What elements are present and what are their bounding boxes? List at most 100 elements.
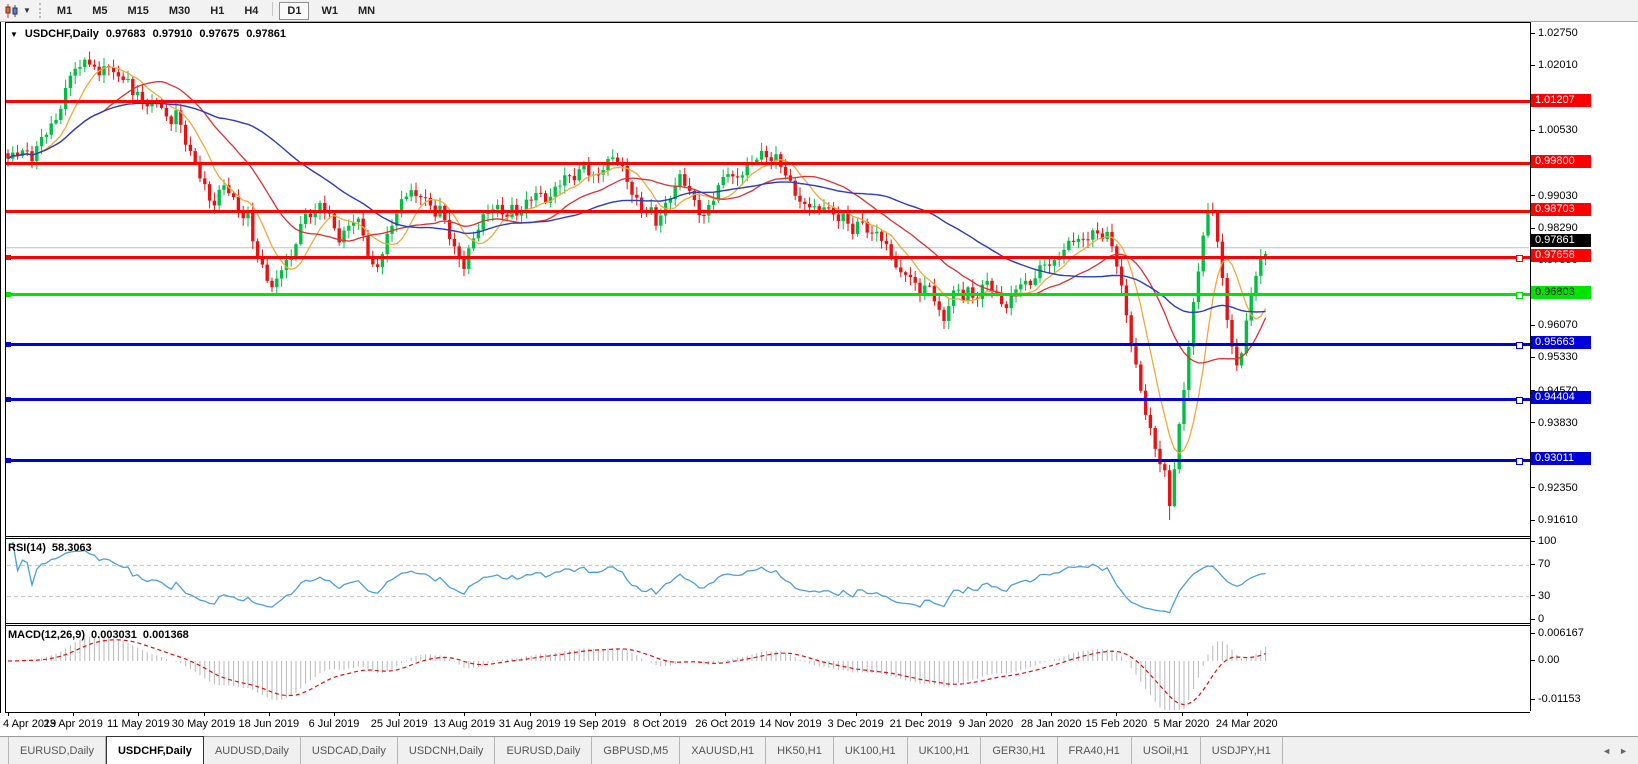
main-chart-pane[interactable]: ▼ USDCHF,Daily 0.97683 0.97910 0.97675 0… [0, 22, 1530, 537]
rsi-pane[interactable]: RSI(14) 58.3063 [0, 538, 1530, 624]
price-tick-0.93830: 0.93830 [1531, 417, 1578, 430]
date-label-10: 8 Oct 2019 [633, 718, 687, 730]
chart-tab-ger30-h1[interactable]: GER30,H1 [981, 737, 1057, 764]
price-tick-1.00530: 1.00530 [1531, 124, 1578, 137]
tab-scroll-arrows: ◄ ► [1602, 737, 1638, 764]
date-tick [1247, 713, 1248, 716]
date-label-8: 31 Aug 2019 [499, 718, 561, 730]
level-handle-left-0.94404[interactable] [6, 397, 11, 402]
level-line-0.94404[interactable] [0, 398, 1530, 401]
timeframe-button-h1[interactable]: H1 [202, 2, 232, 20]
chart-type-button[interactable]: ▼ [0, 4, 35, 18]
timeframe-button-m5[interactable]: M5 [84, 2, 115, 20]
date-axis[interactable]: 4 Apr 201923 Apr 201911 May 201930 May 2… [0, 713, 1638, 735]
level-handle-left-0.96803[interactable] [6, 292, 11, 297]
chart-tab-audusd-daily[interactable]: AUDUSD,Daily [204, 737, 301, 764]
mt4-window: ▼ M1M5M15 M30H1H4 D1W1MN ▼ USDCHF,Daily 0.… [0, 0, 1638, 764]
date-label-4: 18 Jun 2019 [239, 718, 300, 730]
date-tick [334, 713, 335, 716]
timeframe-toolbar: ▼ M1M5M15 M30H1H4 D1W1MN [0, 0, 1638, 22]
price-axis[interactable]: 1.027501.020101.005300.990300.982900.975… [1530, 22, 1638, 711]
macd-chart[interactable] [0, 626, 1529, 712]
date-label-7: 13 Aug 2019 [433, 718, 495, 730]
date-tick [1051, 713, 1052, 716]
date-tick [204, 713, 205, 716]
level-handle-left-0.97658[interactable] [6, 255, 11, 260]
rsi-tick-0: 0 [1531, 613, 1544, 626]
level-line-0.95663[interactable] [0, 343, 1530, 346]
date-tick [530, 713, 531, 716]
date-label-5: 6 Jul 2019 [309, 718, 360, 730]
date-tick [1182, 713, 1183, 716]
date-label-17: 15 Feb 2020 [1086, 718, 1148, 730]
level-handle-left-0.93011[interactable] [6, 458, 11, 463]
rsi-chart[interactable] [0, 539, 1529, 623]
tab-scroll-right-icon[interactable]: ► [1619, 746, 1628, 756]
macd-label: MACD(12,26,9) 0.003031 0.001368 [8, 629, 189, 641]
chart-tab-uk100-h1[interactable]: UK100,H1 [908, 737, 982, 764]
level-line-0.98703[interactable] [0, 210, 1530, 213]
timeframe-button-mn[interactable]: MN [350, 2, 383, 20]
chart-tab-usoil-h1[interactable]: USOil,H1 [1132, 737, 1201, 764]
price-badge-0.97658: 0.97658 [1531, 249, 1591, 262]
timeframe-button-m15[interactable]: M15 [119, 2, 156, 20]
chart-tab-eurusd-daily[interactable]: EURUSD,Daily [8, 737, 106, 764]
date-tick [1116, 713, 1117, 716]
timeframe-button-d1[interactable]: D1 [279, 2, 309, 20]
date-label-3: 30 May 2019 [172, 718, 236, 730]
chart-tab-usdchf-daily[interactable]: USDCHF,Daily [106, 736, 204, 764]
date-tick [399, 713, 400, 716]
chart-tab-fra40-h1[interactable]: FRA40,H1 [1058, 737, 1132, 764]
date-label-14: 21 Dec 2019 [890, 718, 952, 730]
date-label-1: 23 Apr 2019 [44, 718, 103, 730]
timeframe-button-m30[interactable]: M30 [161, 2, 198, 20]
timeframe-button-w1[interactable]: W1 [313, 2, 346, 20]
level-handle-right-0.93011[interactable] [1516, 458, 1523, 465]
timeframe-button-h4[interactable]: H4 [236, 2, 266, 20]
level-handle-right-0.97658[interactable] [1516, 255, 1523, 262]
level-line-0.99800[interactable] [0, 162, 1530, 165]
macd-name: MACD(12,26,9) [8, 629, 85, 641]
rsi-tick-100: 100 [1531, 535, 1556, 548]
price-tick-0.91610: 0.91610 [1531, 514, 1578, 527]
chart-tab-usdjpy-h1[interactable]: USDJPY,H1 [1201, 737, 1283, 764]
chart-tab-xauusd-h1[interactable]: XAUUSD,H1 [680, 737, 766, 764]
price-badge-0.99800: 0.99800 [1531, 155, 1591, 168]
toolbar-separator [272, 2, 273, 16]
date-tick [595, 713, 596, 716]
tab-scroll-left-icon[interactable]: ◄ [1602, 746, 1611, 756]
chart-tab-usdcnh-daily[interactable]: USDCNH,Daily [398, 737, 496, 764]
macd-value-signal: 0.001368 [143, 629, 189, 641]
chart-tab-uk100-h1[interactable]: UK100,H1 [834, 737, 908, 764]
level-handle-left-0.95663[interactable] [6, 342, 11, 347]
level-line-0.93011[interactable] [0, 459, 1530, 462]
timeframe-button-m1[interactable]: M1 [49, 2, 80, 20]
level-handle-right-0.95663[interactable] [1516, 342, 1523, 349]
chart-tab-bar: EURUSD,DailyUSDCHF,DailyAUDUSD,DailyUSDC… [0, 736, 1638, 764]
macd-pane[interactable]: MACD(12,26,9) 0.003031 0.001368 [0, 625, 1530, 713]
chart-tab-hk50-h1[interactable]: HK50,H1 [766, 737, 834, 764]
candles [6, 52, 1267, 521]
date-tick [464, 713, 465, 716]
price-badge-0.95663: 0.95663 [1531, 336, 1591, 349]
level-line-0.96803[interactable] [0, 293, 1530, 296]
level-handle-right-0.94404[interactable] [1516, 397, 1523, 404]
date-tick [73, 713, 74, 716]
date-label-18: 5 Mar 2020 [1154, 718, 1210, 730]
chart-tab-eurusd-daily[interactable]: EURUSD,Daily [495, 737, 592, 764]
level-handle-right-0.96803[interactable] [1516, 292, 1523, 299]
level-line-0.97658[interactable] [0, 256, 1530, 259]
price-tick-0.95330: 0.95330 [1531, 351, 1578, 364]
macd-tick-0.00: 0.00 [1531, 654, 1559, 667]
rsi-name: RSI(14) [8, 542, 46, 554]
level-line-1.01207[interactable] [0, 100, 1530, 103]
date-label-15: 9 Jan 2020 [959, 718, 1013, 730]
date-tick [856, 713, 857, 716]
symbol-label: USDCHF,Daily [25, 28, 99, 40]
date-label-13: 3 Dec 2019 [827, 718, 883, 730]
chart-tab-gbpusd-m5[interactable]: GBPUSD,M5 [592, 737, 680, 764]
price-tick-0.96070: 0.96070 [1531, 319, 1578, 332]
chart-type-caret-icon: ▼ [23, 6, 31, 15]
rsi-value: 58.3063 [52, 542, 92, 554]
chart-tab-usdcad-daily[interactable]: USDCAD,Daily [301, 737, 398, 764]
